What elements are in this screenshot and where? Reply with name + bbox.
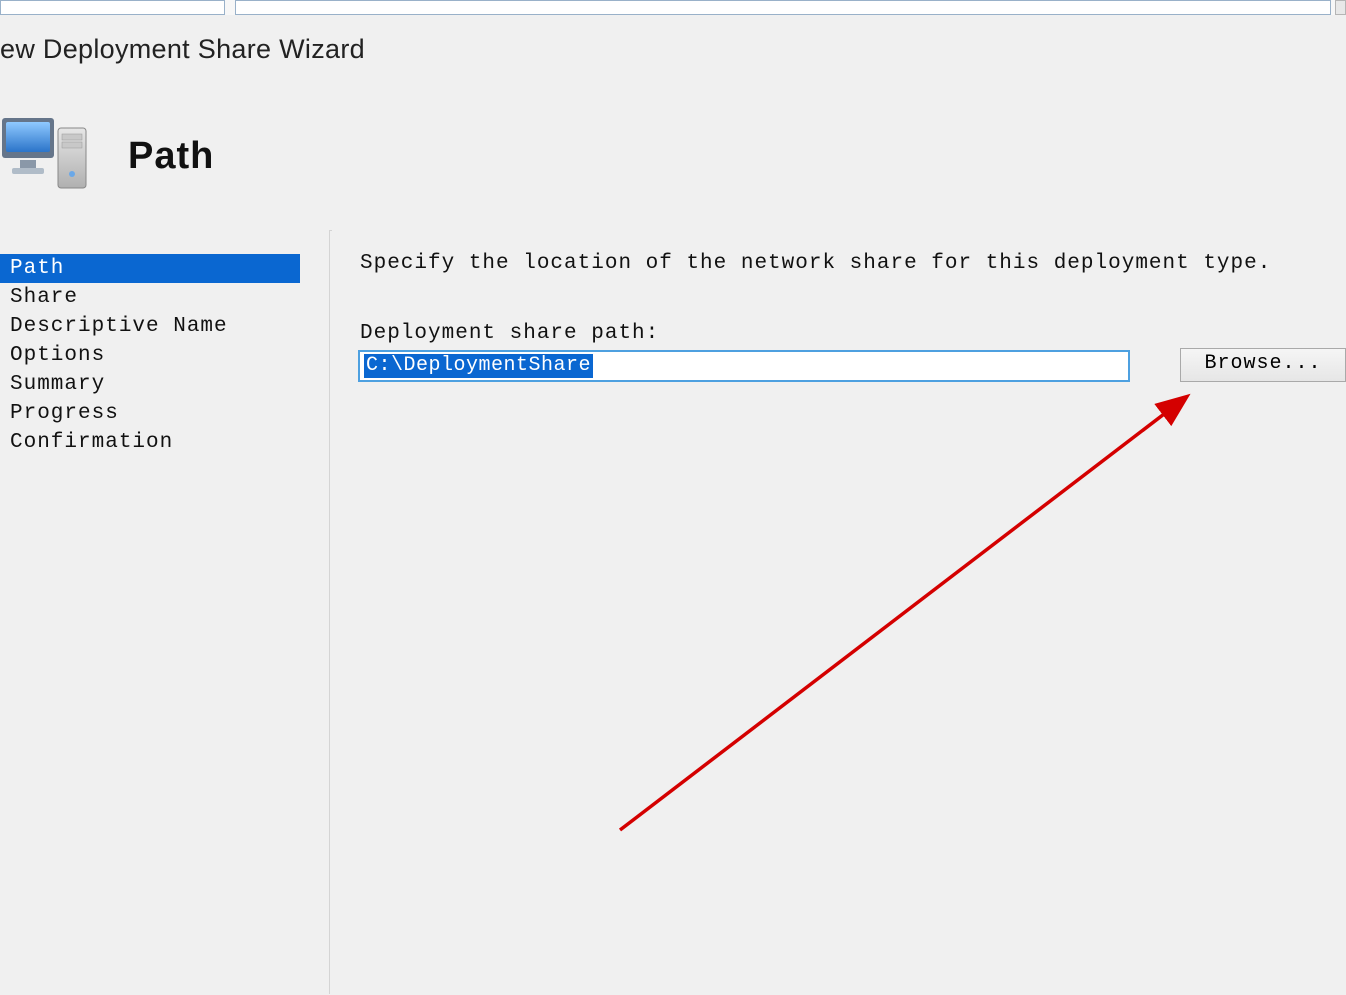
wizard-step-confirmation[interactable]: Confirmation [0,428,329,457]
wizard-step-share[interactable]: Share [0,283,329,312]
instruction-text: Specify the location of the network shar… [360,252,1271,275]
wizard-step-descriptive-name[interactable]: Descriptive Name [0,312,329,341]
top-frame [0,0,1346,15]
wizard-step-progress[interactable]: Progress [0,399,329,428]
wizard-steps-sidebar: Path Share Descriptive Name Options Summ… [0,230,330,994]
top-frame-segment [235,0,1331,15]
wizard-title: ew Deployment Share Wizard [0,34,365,65]
top-frame-segment [1335,0,1346,15]
wizard-step-summary[interactable]: Summary [0,370,329,399]
wizard-step-path[interactable]: Path [0,254,300,283]
wizard-step-options[interactable]: Options [0,341,329,370]
page-heading: Path [128,135,214,178]
browse-button[interactable]: Browse... [1180,348,1346,382]
path-field-label: Deployment share path: [360,322,659,345]
deployment-share-path-input[interactable]: C:\DeploymentShare [358,350,1130,382]
top-frame-segment [0,0,225,15]
deployment-share-path-value: C:\DeploymentShare [364,354,593,378]
deployment-icon [0,108,90,198]
wizard-main-panel: Specify the location of the network shar… [332,230,1346,994]
